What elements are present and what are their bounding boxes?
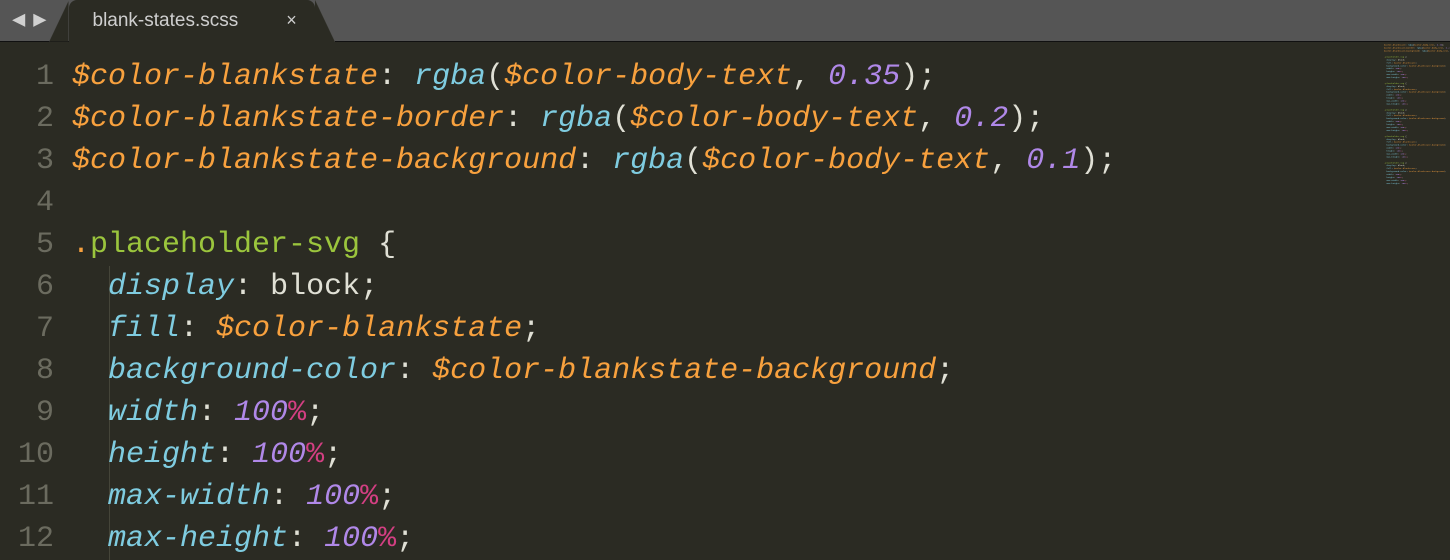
code-line: max-width: 100%; bbox=[72, 476, 1450, 518]
line-number: 11 bbox=[0, 476, 54, 518]
code-line: $color-blankstate: rgba($color-body-text… bbox=[72, 56, 1450, 98]
nav-arrows: ◀ ▶ bbox=[0, 10, 59, 32]
nav-forward-icon[interactable]: ▶ bbox=[33, 10, 46, 32]
nav-back-icon[interactable]: ◀ bbox=[12, 10, 25, 32]
editor-area: 123456789101112 $color-blankstate: rgba(… bbox=[0, 42, 1450, 560]
code-line: display: block; bbox=[72, 266, 1450, 308]
line-number: 4 bbox=[0, 182, 54, 224]
line-number: 7 bbox=[0, 308, 54, 350]
close-icon[interactable]: × bbox=[286, 10, 297, 31]
code-line: max-height: 100%; bbox=[72, 518, 1450, 560]
tab-bar: ◀ ▶ blank-states.scss × bbox=[0, 0, 1450, 42]
line-number: 5 bbox=[0, 224, 54, 266]
code-line: background-color: $color-blankstate-back… bbox=[72, 350, 1450, 392]
line-number: 3 bbox=[0, 140, 54, 182]
code-line bbox=[72, 182, 1450, 224]
line-number-gutter: 123456789101112 bbox=[0, 42, 72, 560]
line-number: 1 bbox=[0, 56, 54, 98]
line-number: 12 bbox=[0, 518, 54, 560]
file-tab[interactable]: blank-states.scss × bbox=[69, 0, 315, 42]
line-number: 9 bbox=[0, 392, 54, 434]
code-line: $color-blankstate-background: rgba($colo… bbox=[72, 140, 1450, 182]
minimap[interactable]: $color-blankstate: rgba($color-body-text… bbox=[1380, 42, 1450, 560]
code-content[interactable]: $color-blankstate: rgba($color-body-text… bbox=[72, 42, 1450, 560]
minimap-content: $color-blankstate: rgba($color-body-text… bbox=[1384, 44, 1450, 185]
code-line: fill: $color-blankstate; bbox=[72, 308, 1450, 350]
code-line: $color-blankstate-border: rgba($color-bo… bbox=[72, 98, 1450, 140]
tab-filename: blank-states.scss bbox=[93, 10, 239, 32]
line-number: 6 bbox=[0, 266, 54, 308]
line-number: 10 bbox=[0, 434, 54, 476]
code-line: width: 100%; bbox=[72, 392, 1450, 434]
code-line: .placeholder-svg { bbox=[72, 224, 1450, 266]
code-line: height: 100%; bbox=[72, 434, 1450, 476]
line-number: 2 bbox=[0, 98, 54, 140]
line-number: 8 bbox=[0, 350, 54, 392]
